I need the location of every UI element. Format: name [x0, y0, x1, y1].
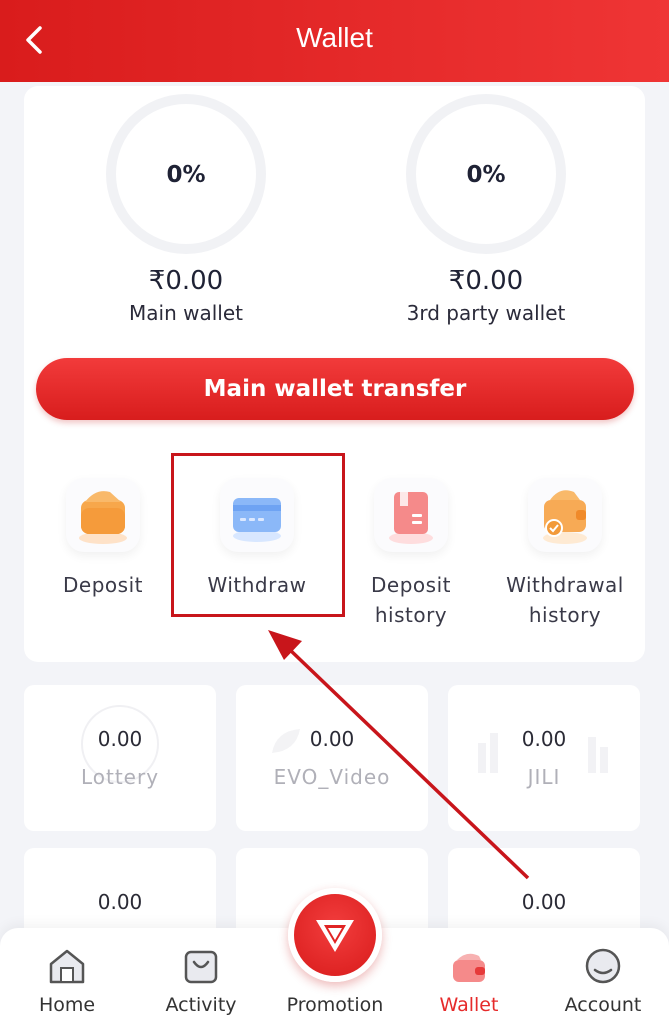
tab-label: Promotion	[286, 994, 384, 1016]
deposit-icon	[66, 478, 140, 552]
tab-label: Activity	[165, 994, 237, 1016]
third-party-wallet-amount: ₹0.00	[448, 266, 524, 296]
game-amount: 0.00	[97, 727, 143, 751]
promotion-button[interactable]	[288, 888, 382, 982]
withdraw-button[interactable]: Withdraw	[182, 478, 332, 600]
tab-home[interactable]: Home	[0, 928, 134, 1024]
game-amount: 0.00	[309, 727, 355, 751]
third-party-wallet-gauge: 0%	[406, 94, 566, 254]
game-name: Lottery	[80, 765, 160, 789]
tab-label: Account	[564, 994, 642, 1016]
wallet-icon	[453, 953, 485, 982]
third-party-wallet-label: 3rd party wallet	[406, 301, 566, 325]
game-amount: 0.00	[521, 890, 567, 914]
main-wallet-gauge: 0%	[106, 94, 266, 254]
game-name: JILI	[527, 765, 561, 789]
game-amount: 0.00	[521, 727, 567, 751]
game-amount: 0.00	[97, 890, 143, 914]
header-bar: Wallet	[0, 0, 669, 82]
deposit-button[interactable]: Deposit	[28, 478, 178, 600]
third-party-wallet-percent: 0%	[466, 162, 506, 188]
wallet-summary-card: 0% ₹0.00 Main wallet 0% ₹0.00 3rd party …	[24, 86, 645, 662]
main-wallet-transfer-button[interactable]: Main wallet transfer	[36, 358, 634, 420]
withdrawal-history-icon	[528, 478, 602, 552]
tab-activity[interactable]: Activity	[134, 928, 268, 1024]
withdrawal-history-label: Withdrawal history	[506, 573, 624, 627]
tab-label: Home	[38, 994, 96, 1016]
deposit-history-label: Deposit history	[371, 573, 451, 627]
game-tile-evo-video[interactable]: 0.00 EVO_Video	[236, 685, 428, 831]
withdraw-card-icon	[220, 478, 294, 552]
withdraw-label: Withdraw	[207, 573, 307, 597]
tab-account[interactable]: Account	[536, 928, 669, 1024]
deposit-label: Deposit	[63, 573, 143, 597]
main-wallet-percent: 0%	[166, 162, 206, 188]
tab-label: Wallet	[439, 994, 499, 1016]
game-tile-jili[interactable]: 0.00 JILI	[448, 685, 640, 831]
diamond-icon	[316, 920, 354, 952]
page-title: Wallet	[296, 22, 373, 53]
account-icon	[585, 948, 621, 984]
tab-wallet[interactable]: Wallet	[402, 928, 536, 1024]
deposit-history-icon	[374, 478, 448, 552]
home-icon	[49, 949, 85, 984]
main-wallet-label: Main wallet	[129, 301, 243, 325]
withdrawal-history-button[interactable]: Withdrawal history	[490, 478, 640, 630]
activity-icon	[184, 950, 218, 984]
game-tile-lottery[interactable]: 0.00 Lottery	[24, 685, 216, 831]
game-name: EVO_Video	[273, 765, 391, 789]
main-wallet-amount: ₹0.00	[148, 266, 224, 296]
deposit-history-button[interactable]: Deposit history	[336, 478, 486, 630]
